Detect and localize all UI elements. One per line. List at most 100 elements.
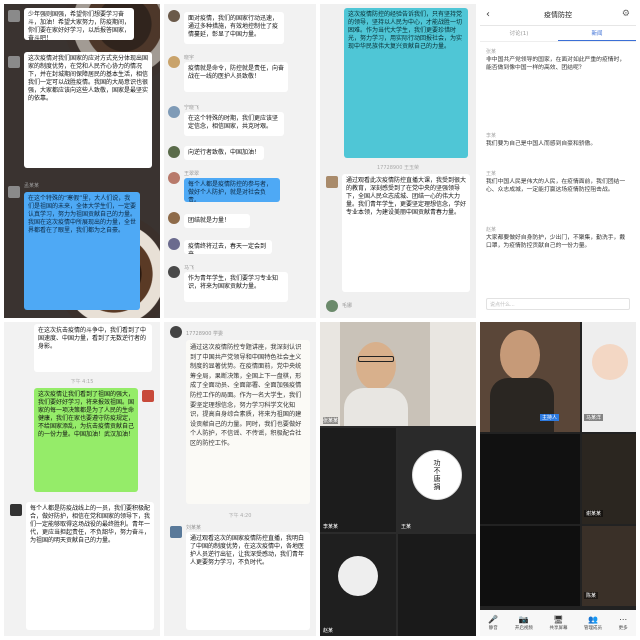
video-tile-presenter[interactable]: 张某某	[320, 322, 476, 426]
participant-name: 陈某	[584, 592, 599, 599]
avatar	[10, 504, 22, 516]
message-bubble[interactable]: 这次疫情对我们国家的应对方式充分体现出国家的制度优势，在党和人民齐心协力的情况下…	[24, 52, 152, 168]
video-call-panel: 主持人 马某洋 谢某某 陈某 🎤 静音 📷 开启视频 🖥 共享屏幕 👥 管理成员…	[480, 322, 636, 636]
tool-label: 共享屏幕	[549, 626, 568, 631]
seal-avatar: 功不唐捐	[412, 450, 462, 500]
message-bubble[interactable]: 疫情就是命令，防控就是责任，向奋战在一线的医护人员致敬！	[184, 62, 288, 92]
jacket	[490, 378, 554, 432]
back-icon[interactable]: ‹	[486, 9, 490, 20]
chat-panel-6: 17728900 学委 通过这次疫情防控专题讲座，我深刻认识到了中国共产党领导和…	[164, 322, 316, 636]
microphone-icon: 🎤	[488, 615, 499, 624]
person-face	[500, 330, 540, 380]
message-bubble[interactable]: 每个人都是防疫战线上的一员，我们要积极配合，做好防护，相信在党和国家的领导下，我…	[26, 502, 154, 630]
video-tile[interactable]: 陈某	[582, 526, 636, 606]
chat-panel-2: 面对疫情，我们的国家行动迅速，通过多种措施，有效地控制住了疫情蔓延，彰显了中国力…	[164, 4, 316, 318]
timestamp: 17728900 王玉荣	[376, 165, 420, 171]
participant-name: 谢某某	[584, 510, 604, 517]
person-face	[356, 342, 396, 390]
video-button[interactable]: 📷 开启视频	[515, 615, 533, 631]
chat-panel-5: 在这次抗击疫情的斗争中，我们看到了中国速度、中国力量，看到了无数逆行者的身影。 …	[4, 322, 160, 636]
chat-panel-1: 少年强则国强，希望你们想要学习奋斗，加油！希望大家努力，防疫期间，你们要在家好好…	[4, 4, 160, 318]
message-bubble[interactable]: 每个人都是疫情防控的参与者，做好个人防护，就是对社会负责。	[184, 178, 280, 202]
handwritten-image-message[interactable]: 通过这次疫情防控专题讲座，我深刻认识到了中国共产党领导和中国特色社会主义制度的显…	[186, 340, 310, 504]
avatar	[326, 300, 338, 312]
video-tile[interactable]: 谢某某	[582, 434, 636, 524]
timestamp: 下午 4:15	[70, 379, 94, 385]
avatar	[168, 238, 180, 250]
comment-input[interactable]: 说点什么...	[486, 298, 630, 310]
video-tile-empty	[480, 526, 580, 606]
discussion-message[interactable]: 非中国共产党领导的国家，在面对如此严重的疫情时，能否做到像中国一样的高效、团结呢…	[486, 56, 630, 96]
avatar	[168, 10, 180, 22]
avatar	[168, 172, 180, 184]
message-bubble[interactable]: 团结就是力量！	[184, 214, 250, 228]
sender-name: 王翠翠	[184, 171, 200, 177]
more-icon: ⋯	[619, 615, 628, 624]
avatar	[168, 106, 180, 118]
message-bubble[interactable]: 通过观看这次的国家疫情防控直播，我明白了中国的制度优势，在这次疫情中，各地医护人…	[186, 532, 310, 630]
message-bubble[interactable]: 向逆行者致敬，中国加油！	[184, 146, 264, 160]
discussion-message[interactable]: 我们要为自己是中国人而感到自豪和骄傲。	[486, 140, 630, 160]
avatar	[170, 326, 182, 338]
discussion-message[interactable]: 我们中国人民是伟大的人民，在疫情面前，我们团结一心、众志成城，一定能打赢这场疫情…	[486, 178, 630, 218]
gear-icon[interactable]: ⚙	[622, 9, 630, 19]
sender-name: 17728900 学委	[186, 331, 224, 337]
participant-name: 王某	[401, 524, 412, 530]
message-bubble[interactable]: 通过观看此次疫情防控直播大课，我受到很大的教育，深刻感受到了在党中央的坚强领导下…	[342, 174, 470, 292]
avatar	[8, 186, 20, 198]
discussion-header: ‹ 疫情防控 ⚙	[480, 4, 636, 26]
avatar	[168, 146, 180, 158]
tab-discussion[interactable]: 讨论(1)	[480, 26, 558, 41]
avatar	[168, 266, 180, 278]
sender-name: 宁晓飞	[184, 105, 200, 111]
video-tile[interactable]: 功不唐捐 王某	[398, 428, 476, 532]
sender-name: 马飞	[184, 265, 195, 271]
message-bubble[interactable]: 少年强则国强，希望你们想要学习奋斗，加油！希望大家努力，防疫期间，你们要在家好好…	[24, 8, 134, 40]
sender-name: 孟某某	[24, 183, 40, 189]
avatar	[142, 390, 154, 402]
shirt	[344, 388, 408, 426]
glasses	[358, 356, 394, 362]
anime-avatar	[592, 344, 628, 380]
avatar	[8, 10, 20, 22]
avatar	[168, 212, 180, 224]
members-icon: 👥	[588, 615, 599, 624]
sender-name: 刘某某	[186, 525, 202, 531]
participant-name: 李某某	[323, 524, 339, 530]
avatar	[168, 56, 180, 68]
tool-label: 更多	[618, 626, 628, 631]
share-screen-button[interactable]: 🖥 共享屏幕	[549, 615, 567, 631]
participant-name: 赵某	[323, 628, 334, 634]
participant-name: 张某某	[323, 417, 339, 424]
discussion-tabs: 讨论(1) 新闻	[480, 26, 636, 42]
host-badge: 主持人	[540, 414, 560, 421]
avatar	[326, 176, 338, 188]
video-call-grid: 张某某 李某某 功不唐捐 王某 赵某	[320, 322, 476, 636]
avatar	[170, 526, 182, 538]
video-tile-empty	[480, 434, 580, 524]
message-bubble[interactable]: 疫情终将过去，春天一定会到来。	[184, 240, 272, 254]
camera-icon: 📷	[518, 615, 529, 624]
tool-label: 管理成员	[584, 626, 603, 631]
video-tile-self[interactable]: 主持人	[480, 322, 580, 432]
message-bubble[interactable]: 面对疫情，我们的国家行动迅速，通过多种措施，有效地控制住了疫情蔓延，彰显了中国力…	[184, 12, 284, 44]
message-bubble[interactable]: 在这个特殊的“寒假”里，大人们说，我们是祖国的未来，全体大学生们，一定要认真学习…	[24, 192, 140, 310]
message-bubble[interactable]: 这次疫情让我们看到了祖国的强大，我们要好好学习，将来报效祖国。国家的每一项决策都…	[34, 388, 138, 492]
message-bubble[interactable]: 在这次抗击疫情的斗争中，我们看到了中国速度、中国力量，看到了无数逆行者的身影。	[34, 324, 152, 372]
mute-button[interactable]: 🎤 静音	[488, 615, 498, 631]
message-bubble[interactable]: 作为青年学生，我们要学习专业知识，将来为国家贡献力量。	[184, 272, 288, 302]
video-tile[interactable]: 李某某	[320, 428, 396, 532]
video-tile[interactable]: 马某洋	[582, 322, 636, 432]
avatar	[8, 56, 20, 68]
video-tile[interactable]: 赵某	[320, 534, 396, 636]
sender-name: 晓宇	[184, 55, 195, 61]
message-bubble[interactable]: 这次疫情防控的经验告诉我们，只有坚持党的领导，坚持以人民为中心，才能战胜一切困难…	[344, 8, 468, 158]
sender-name: 张某	[486, 49, 497, 55]
more-button[interactable]: ⋯ 更多	[619, 615, 628, 631]
timestamp: 下午 4:20	[228, 513, 252, 519]
manage-members-button[interactable]: 👥 管理成员	[584, 615, 602, 631]
sender-name: 赵某	[486, 227, 497, 233]
tab-news[interactable]: 新闻	[558, 26, 636, 41]
message-bubble[interactable]: 在这个特殊的时期，我们更应该坚定信念，相信国家，共克时艰。	[184, 112, 284, 136]
discussion-message[interactable]: 大家都要做好自身防护，少出门，不聚集，勤洗手，戴口罩，为疫情防控贡献自己的一份力…	[486, 234, 630, 276]
